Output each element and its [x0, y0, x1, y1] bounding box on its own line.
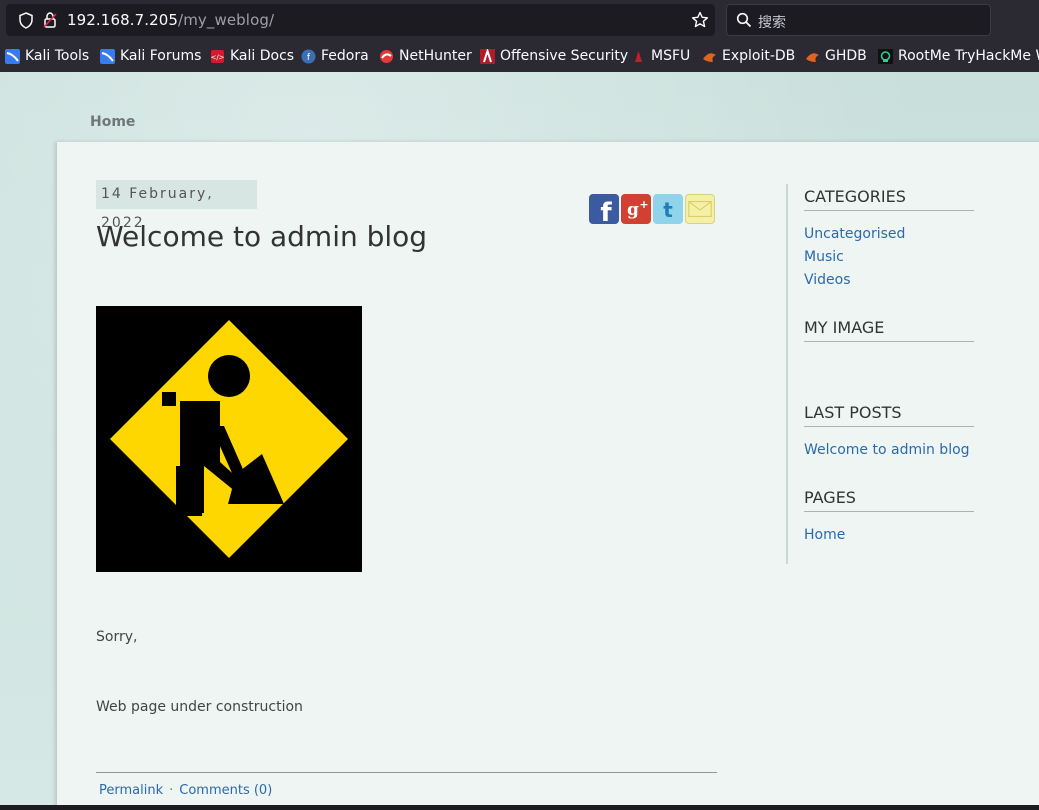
kali-icon	[5, 48, 20, 64]
bookmark-offensive-security[interactable]: Offensive Security	[480, 47, 628, 65]
offsec-icon	[480, 48, 495, 64]
bookmark-label: Offensive Security	[500, 48, 629, 64]
insecure-lock-icon[interactable]	[42, 11, 58, 29]
pages-title: PAGES	[804, 488, 974, 512]
msfu-icon	[631, 48, 646, 64]
category-link-music[interactable]: Music	[804, 249, 844, 265]
bookmark-nethunter[interactable]: NetHunter	[379, 47, 472, 65]
last-post-link[interactable]: Welcome to admin blog	[804, 442, 970, 458]
bookmark-label: RootMe TryHackMe W	[898, 48, 1039, 64]
kali-docs-icon: </>	[210, 49, 225, 63]
bookmark-kali-docs[interactable]: </> Kali Docs	[210, 47, 294, 65]
bookmark-label: Exploit-DB	[722, 48, 796, 64]
nav-home-link[interactable]: Home	[90, 114, 135, 130]
shield-icon[interactable]	[18, 12, 34, 29]
search-bar[interactable]: 搜索	[726, 4, 991, 36]
bookmark-rootme[interactable]: RootMe TryHackMe W	[878, 47, 1039, 65]
window-bottom-edge	[0, 805, 1039, 810]
browser-toolbar: 192.168.7.205/my_weblog/ 搜索	[0, 0, 1039, 40]
bookmark-label: Kali Forums	[120, 48, 202, 64]
search-icon	[736, 12, 752, 28]
bookmark-exploit-db[interactable]: Exploit-DB	[702, 47, 795, 65]
bookmark-label: Kali Tools	[25, 48, 90, 64]
svg-text:</>: </>	[210, 53, 224, 61]
ghdb-icon	[806, 52, 819, 62]
bookmark-label: Fedora	[321, 48, 369, 64]
svg-text:t: t	[663, 198, 673, 222]
post-footer: Permalink · Comments (0)	[99, 783, 272, 798]
bookmark-star-icon[interactable]	[691, 11, 709, 29]
google-plus-share-icon[interactable]: g +	[621, 194, 651, 224]
page-link-home[interactable]: Home	[804, 527, 845, 543]
under-construction-image	[96, 306, 362, 572]
sidebar: CATEGORIES Uncategorised Music Videos MY…	[786, 184, 988, 564]
web-page: Home 14 February, 2022 Welcome to admin …	[0, 72, 1039, 805]
bookmark-label: MSFU	[651, 48, 691, 64]
svg-text:f: f	[600, 198, 612, 224]
post-divider	[96, 772, 717, 773]
svg-text:+: +	[639, 198, 648, 211]
bookmark-msfu[interactable]: MSFU	[631, 47, 690, 65]
bookmark-kali-tools[interactable]: Kali Tools	[5, 47, 89, 65]
footer-separator: ·	[169, 783, 174, 798]
kali-icon	[100, 48, 115, 64]
category-link-videos[interactable]: Videos	[804, 272, 851, 288]
post-paragraph: Web page under construction	[96, 699, 303, 715]
url-path: /my_weblog/	[178, 11, 275, 29]
url-text[interactable]: 192.168.7.205/my_weblog/	[67, 11, 274, 29]
search-placeholder: 搜索	[758, 15, 786, 31]
rootme-icon	[878, 48, 893, 64]
permalink-link[interactable]: Permalink	[99, 783, 163, 798]
categories-title: CATEGORIES	[804, 187, 974, 211]
twitter-share-icon[interactable]: t	[653, 194, 683, 224]
post-date: 14 February, 2022	[96, 180, 257, 231]
bookmark-ghdb[interactable]: GHDB	[805, 47, 867, 65]
bookmark-kali-forums[interactable]: Kali Forums	[100, 47, 201, 65]
nethunter-icon	[380, 49, 393, 63]
facebook-share-icon[interactable]: f	[589, 194, 619, 224]
post-title: Welcome to admin blog	[96, 220, 428, 253]
email-share-icon[interactable]	[685, 194, 715, 224]
exploitdb-icon	[703, 52, 716, 62]
bookmark-label: GHDB	[825, 48, 867, 64]
content-panel: 14 February, 2022 Welcome to admin blog …	[57, 142, 1039, 805]
last-posts-title: LAST POSTS	[804, 403, 974, 427]
comments-link[interactable]: Comments (0)	[179, 783, 272, 798]
bookmark-fedora[interactable]: f Fedora	[301, 47, 369, 65]
category-link-uncategorised[interactable]: Uncategorised	[804, 226, 905, 242]
fedora-icon: f	[301, 49, 316, 63]
address-bar[interactable]: 192.168.7.205/my_weblog/	[6, 4, 715, 36]
bookmarks-toolbar: Kali Tools Kali Forums </> Kali Docs f F…	[0, 40, 1039, 72]
bookmark-label: NetHunter	[399, 48, 472, 64]
bookmark-label: Kali Docs	[230, 48, 295, 64]
url-host: 192.168.7.205	[67, 11, 179, 29]
post-paragraph: Sorry,	[96, 629, 138, 645]
svg-text:g: g	[627, 200, 639, 220]
my-image-title: MY IMAGE	[804, 318, 974, 342]
